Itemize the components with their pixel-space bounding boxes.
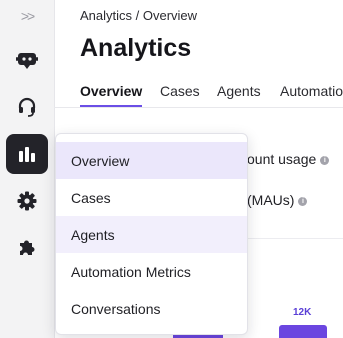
tab-bar: Overview Cases Agents Automatio: [80, 83, 343, 107]
breadcrumb: Analytics / Overview: [80, 8, 198, 23]
chat-bot-icon: [16, 53, 38, 69]
gear-icon: [17, 191, 37, 211]
account-usage-heading: ount usage i: [247, 151, 330, 167]
tab-cases[interactable]: Cases: [160, 83, 200, 105]
maus-label: (MAUs) i: [247, 192, 308, 208]
tab-automation[interactable]: Automatio: [280, 83, 343, 105]
expand-sidebar-button[interactable]: >>: [6, 0, 48, 32]
dropdown-item-conversations[interactable]: Conversations: [56, 290, 247, 327]
info-icon[interactable]: i: [298, 196, 308, 206]
sidebar-item-integrations[interactable]: [6, 227, 48, 267]
bar-chart-icon: [19, 147, 35, 162]
sidebar-item-settings[interactable]: [6, 181, 48, 221]
tab-overview[interactable]: Overview: [80, 83, 143, 107]
expand-chevrons-icon: >>: [20, 8, 35, 24]
info-icon[interactable]: i: [320, 155, 330, 165]
analytics-section-dropdown: Overview Cases Agents Automation Metrics…: [55, 133, 248, 335]
card-divider: [240, 238, 343, 239]
headset-icon: [18, 97, 36, 117]
tab-agents[interactable]: Agents: [217, 83, 261, 105]
bar-value-label: 12K: [293, 307, 312, 318]
chart-bar: [279, 325, 327, 338]
sidebar-item-analytics[interactable]: [6, 134, 48, 174]
dropdown-item-agents[interactable]: Agents: [56, 216, 247, 253]
page-title: Analytics: [80, 34, 192, 62]
puzzle-icon: [20, 240, 35, 255]
dropdown-item-overview[interactable]: Overview: [56, 142, 247, 179]
dropdown-item-automation-metrics[interactable]: Automation Metrics: [56, 253, 247, 290]
sidebar-item-support[interactable]: [6, 87, 48, 127]
sidebar: >>: [0, 0, 55, 338]
tabs-divider: [54, 107, 343, 108]
sidebar-item-bots[interactable]: [6, 41, 48, 81]
dropdown-item-cases[interactable]: Cases: [56, 179, 247, 216]
